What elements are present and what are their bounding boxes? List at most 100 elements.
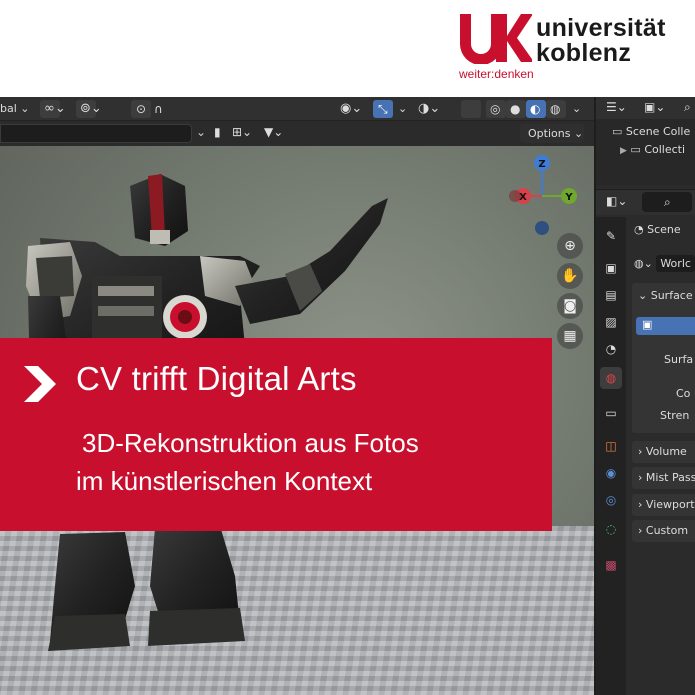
surface-panel-header[interactable]: ⌄ Surface (638, 289, 693, 302)
viewport-header: bal ⌄ ∞⌄ ⊚⌄ ⊙ ∩ ◉⌄ ⤡ ⌄ ◑⌄ ◎ ● ◐ ◍ ⌄ (0, 97, 594, 121)
header: universität koblenz weiter:denken (0, 0, 695, 97)
options-dropdown[interactable]: Options ⌄ (520, 124, 584, 143)
properties-search-input[interactable]: ⌕ (642, 192, 692, 212)
mist-panel-title: Mist Pass (645, 471, 695, 484)
university-name-line1: universität (536, 14, 666, 42)
navigation-gizmo[interactable]: Z X Y (505, 151, 585, 236)
xray-toggle-button[interactable] (461, 100, 481, 118)
scene-label: Scene (647, 223, 681, 236)
properties-editor-icon[interactable]: ◧⌄ (606, 194, 627, 208)
solid-icon: ● (510, 102, 521, 116)
search-icon: ⌕ (664, 195, 671, 209)
banner-title: CV trifft Digital Arts (76, 360, 357, 397)
zoom-icon[interactable]: ⊕ (557, 233, 583, 259)
bookmark-icon[interactable]: ▮ (214, 125, 221, 139)
disclosure-triangle-icon: ▶ (620, 146, 627, 156)
properties-header: ◧⌄ ⌕ (596, 189, 695, 215)
color-field-label: Co (676, 387, 691, 400)
viewport-display-panel[interactable]: › Viewport (632, 494, 695, 516)
world-properties: ◔ Scene ◍⌄ Worlc ⌄ Surface ▣ Surfa Co St… (626, 217, 695, 695)
university-logo[interactable]: universität koblenz weiter:denken (458, 12, 690, 84)
gizmo-x-label: X (519, 192, 527, 203)
surface-panel-title: Surface (650, 289, 693, 302)
tool-tab-icon[interactable]: ✎ (600, 225, 622, 247)
modifier-tab-icon[interactable]: ◉ (600, 462, 622, 484)
gizmo-y-label: Y (564, 192, 573, 203)
gizmo-dropdown-icon[interactable]: ⌄ (398, 100, 407, 118)
scene-icon: ◔ (634, 223, 644, 236)
scene-tab-icon[interactable]: ◔ (600, 338, 622, 360)
camera-icon[interactable]: ◙ (557, 293, 583, 319)
material-icon: ◐ (530, 102, 541, 116)
object-tab-icon[interactable]: ◫ (600, 435, 622, 457)
gizmo-z-label: Z (538, 159, 545, 170)
outliner-row-collection[interactable]: ▶ ▭ Collecti (620, 140, 685, 160)
texture-tab-icon[interactable]: ▩ (600, 554, 622, 576)
outliner: ▭ Scene Colle ▶ ▭ Collecti (596, 119, 695, 185)
options-label: Options (528, 127, 571, 140)
rendered-icon: ◍ (550, 102, 561, 116)
physics-tab-icon[interactable]: ◎ (600, 489, 622, 511)
promo-banner: CV trifft Digital Arts 3D-Rekonstruktion… (0, 338, 552, 531)
hierarchy-icon[interactable]: ⊞⌄ (232, 125, 252, 139)
collection-icon: ▭ (612, 125, 623, 138)
gizmo-icon: ⤡ (378, 102, 388, 116)
chevron-icon[interactable]: ⌄ (196, 125, 206, 139)
grid-icon[interactable]: ▦ (557, 323, 583, 349)
custom-panel-title: Custom (645, 524, 689, 537)
collection-tab-icon[interactable]: ▭ (600, 402, 622, 424)
falloff-curve-icon[interactable]: ∩ (154, 100, 163, 118)
render-tab-icon[interactable]: ▣ (600, 257, 622, 279)
view-layer-tab-icon[interactable]: ▨ (600, 311, 622, 333)
overlays-icon[interactable]: ◑⌄ (418, 100, 440, 118)
volume-panel-title: Volume (645, 445, 687, 458)
viewport-panel-title: Viewport (645, 498, 695, 511)
scene-breadcrumb: ◔ Scene (634, 223, 681, 236)
viewport-search-input[interactable] (0, 124, 192, 143)
eye-visibility-icon[interactable]: ◉⌄ (340, 100, 362, 118)
volume-panel[interactable]: › Volume (632, 441, 695, 463)
chevron-right-icon: › (638, 524, 643, 537)
chevron-down-icon: ⌄ (20, 102, 30, 115)
chevron-right-icon (24, 366, 56, 402)
collection-icon: ▭ (630, 143, 641, 156)
surface-panel: ⌄ Surface ▣ Surfa Co Stren (632, 283, 695, 433)
wireframe-icon: ◎ (490, 102, 501, 116)
display-mode-icon[interactable]: ▣⌄ (644, 100, 665, 114)
outliner-header: ☰⌄ ▣⌄ ⌕ (596, 97, 695, 119)
collection-label: Collecti (644, 143, 686, 156)
use-nodes-button[interactable]: ▣ (636, 317, 695, 335)
scene-collection-label: Scene Colle (625, 125, 691, 138)
chevron-right-icon: › (638, 498, 643, 511)
proportional-icon: ⊙ (136, 102, 147, 116)
constraints-tab-icon[interactable]: ◌ (600, 518, 622, 540)
outliner-row-scene-collection[interactable]: ▭ Scene Colle (612, 122, 690, 142)
banner-subtitle: 3D-Rekonstruktion aus Fotos im künstleri… (76, 424, 419, 500)
custom-properties-panel[interactable]: › Custom (632, 520, 695, 542)
banner-subtitle-line1: 3D-Rekonstruktion aus Fotos (82, 428, 419, 458)
search-icon[interactable]: ⌕ (684, 100, 691, 115)
world-tab-icon[interactable]: ◍ (600, 367, 622, 389)
world-name-field: Worlc (656, 255, 695, 272)
banner-subtitle-line2: im künstlerischen Kontext (76, 466, 373, 496)
university-name-line2: koblenz (536, 39, 632, 67)
editor-type-icon[interactable]: ☰⌄ (606, 100, 627, 114)
properties-tabs: ✎ ▣ ▤ ▨ ◔ ◍ ▭ ◫ ◉ ◎ ◌ ▩ (596, 217, 626, 695)
magnet-icon: ⊚⌄ (80, 101, 102, 116)
hand-icon[interactable]: ✋ (557, 263, 583, 289)
university-name: universität koblenz (536, 16, 666, 66)
chevron-down-icon: ⌄ (573, 127, 584, 140)
world-selector[interactable]: ◍⌄ Worlc (634, 255, 695, 272)
mist-pass-panel[interactable]: › Mist Pass (632, 467, 695, 489)
nodes-icon: ▣ (642, 318, 653, 331)
uk-logo-mark (460, 14, 532, 64)
output-tab-icon[interactable]: ▤ (600, 284, 622, 306)
link-icon: ∞⌄ (44, 101, 66, 116)
chevron-down-icon: ⌄ (638, 289, 648, 302)
surface-field-label: Surfa (664, 353, 694, 366)
filter-icon[interactable]: ▼⌄ (264, 125, 283, 139)
tagline: weiter:denken (459, 67, 534, 81)
shading-dropdown-icon[interactable]: ⌄ (572, 100, 581, 118)
transform-orientation-dropdown[interactable]: bal ⌄ (0, 100, 30, 118)
world-icon: ◍⌄ (634, 257, 653, 270)
